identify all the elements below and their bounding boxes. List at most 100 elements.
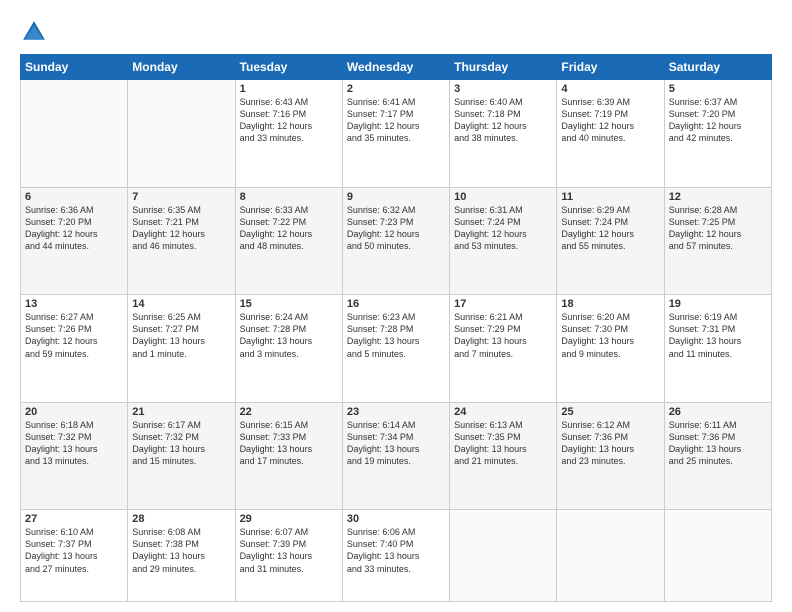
calendar-header-row: SundayMondayTuesdayWednesdayThursdayFrid… (21, 55, 772, 80)
calendar-cell: 9Sunrise: 6:32 AM Sunset: 7:23 PM Daylig… (342, 187, 449, 295)
day-info: Sunrise: 6:10 AM Sunset: 7:37 PM Dayligh… (25, 526, 123, 575)
day-info: Sunrise: 6:12 AM Sunset: 7:36 PM Dayligh… (561, 419, 659, 468)
day-number: 6 (25, 191, 123, 203)
day-info: Sunrise: 6:18 AM Sunset: 7:32 PM Dayligh… (25, 419, 123, 468)
calendar-header-friday: Friday (557, 55, 664, 80)
day-info: Sunrise: 6:08 AM Sunset: 7:38 PM Dayligh… (132, 526, 230, 575)
calendar-cell: 30Sunrise: 6:06 AM Sunset: 7:40 PM Dayli… (342, 510, 449, 602)
day-number: 14 (132, 298, 230, 310)
calendar-cell: 11Sunrise: 6:29 AM Sunset: 7:24 PM Dayli… (557, 187, 664, 295)
day-number: 11 (561, 191, 659, 203)
calendar-cell: 20Sunrise: 6:18 AM Sunset: 7:32 PM Dayli… (21, 402, 128, 510)
calendar-cell: 17Sunrise: 6:21 AM Sunset: 7:29 PM Dayli… (450, 295, 557, 403)
calendar-cell: 18Sunrise: 6:20 AM Sunset: 7:30 PM Dayli… (557, 295, 664, 403)
calendar-header-saturday: Saturday (664, 55, 771, 80)
logo-icon (20, 18, 48, 46)
day-info: Sunrise: 6:41 AM Sunset: 7:17 PM Dayligh… (347, 96, 445, 145)
calendar-cell (450, 510, 557, 602)
day-number: 25 (561, 406, 659, 418)
day-number: 8 (240, 191, 338, 203)
day-info: Sunrise: 6:24 AM Sunset: 7:28 PM Dayligh… (240, 311, 338, 360)
day-info: Sunrise: 6:29 AM Sunset: 7:24 PM Dayligh… (561, 204, 659, 253)
day-info: Sunrise: 6:14 AM Sunset: 7:34 PM Dayligh… (347, 419, 445, 468)
logo (20, 18, 52, 46)
day-info: Sunrise: 6:11 AM Sunset: 7:36 PM Dayligh… (669, 419, 767, 468)
day-number: 15 (240, 298, 338, 310)
calendar-week-5: 27Sunrise: 6:10 AM Sunset: 7:37 PM Dayli… (21, 510, 772, 602)
day-number: 23 (347, 406, 445, 418)
header (20, 18, 772, 46)
day-info: Sunrise: 6:35 AM Sunset: 7:21 PM Dayligh… (132, 204, 230, 253)
day-number: 10 (454, 191, 552, 203)
calendar-cell: 1Sunrise: 6:43 AM Sunset: 7:16 PM Daylig… (235, 80, 342, 188)
day-number: 22 (240, 406, 338, 418)
day-info: Sunrise: 6:19 AM Sunset: 7:31 PM Dayligh… (669, 311, 767, 360)
day-info: Sunrise: 6:07 AM Sunset: 7:39 PM Dayligh… (240, 526, 338, 575)
calendar-cell: 16Sunrise: 6:23 AM Sunset: 7:28 PM Dayli… (342, 295, 449, 403)
day-number: 28 (132, 513, 230, 525)
calendar-cell: 3Sunrise: 6:40 AM Sunset: 7:18 PM Daylig… (450, 80, 557, 188)
day-info: Sunrise: 6:20 AM Sunset: 7:30 PM Dayligh… (561, 311, 659, 360)
day-number: 24 (454, 406, 552, 418)
day-number: 9 (347, 191, 445, 203)
day-number: 5 (669, 83, 767, 95)
calendar-cell: 23Sunrise: 6:14 AM Sunset: 7:34 PM Dayli… (342, 402, 449, 510)
calendar-cell (664, 510, 771, 602)
page: SundayMondayTuesdayWednesdayThursdayFrid… (0, 0, 792, 612)
day-info: Sunrise: 6:40 AM Sunset: 7:18 PM Dayligh… (454, 96, 552, 145)
day-info: Sunrise: 6:23 AM Sunset: 7:28 PM Dayligh… (347, 311, 445, 360)
day-number: 17 (454, 298, 552, 310)
day-info: Sunrise: 6:17 AM Sunset: 7:32 PM Dayligh… (132, 419, 230, 468)
day-number: 7 (132, 191, 230, 203)
day-number: 30 (347, 513, 445, 525)
day-info: Sunrise: 6:32 AM Sunset: 7:23 PM Dayligh… (347, 204, 445, 253)
calendar-cell: 2Sunrise: 6:41 AM Sunset: 7:17 PM Daylig… (342, 80, 449, 188)
calendar-header-sunday: Sunday (21, 55, 128, 80)
day-info: Sunrise: 6:15 AM Sunset: 7:33 PM Dayligh… (240, 419, 338, 468)
calendar-cell (557, 510, 664, 602)
calendar-cell: 29Sunrise: 6:07 AM Sunset: 7:39 PM Dayli… (235, 510, 342, 602)
day-info: Sunrise: 6:27 AM Sunset: 7:26 PM Dayligh… (25, 311, 123, 360)
calendar-cell: 8Sunrise: 6:33 AM Sunset: 7:22 PM Daylig… (235, 187, 342, 295)
calendar-week-1: 1Sunrise: 6:43 AM Sunset: 7:16 PM Daylig… (21, 80, 772, 188)
day-info: Sunrise: 6:25 AM Sunset: 7:27 PM Dayligh… (132, 311, 230, 360)
day-number: 1 (240, 83, 338, 95)
calendar-cell (21, 80, 128, 188)
day-number: 2 (347, 83, 445, 95)
calendar-cell: 21Sunrise: 6:17 AM Sunset: 7:32 PM Dayli… (128, 402, 235, 510)
calendar-cell: 14Sunrise: 6:25 AM Sunset: 7:27 PM Dayli… (128, 295, 235, 403)
calendar-cell: 6Sunrise: 6:36 AM Sunset: 7:20 PM Daylig… (21, 187, 128, 295)
calendar-cell: 26Sunrise: 6:11 AM Sunset: 7:36 PM Dayli… (664, 402, 771, 510)
calendar-cell: 25Sunrise: 6:12 AM Sunset: 7:36 PM Dayli… (557, 402, 664, 510)
day-number: 20 (25, 406, 123, 418)
day-info: Sunrise: 6:13 AM Sunset: 7:35 PM Dayligh… (454, 419, 552, 468)
calendar-cell: 24Sunrise: 6:13 AM Sunset: 7:35 PM Dayli… (450, 402, 557, 510)
day-number: 13 (25, 298, 123, 310)
day-info: Sunrise: 6:21 AM Sunset: 7:29 PM Dayligh… (454, 311, 552, 360)
calendar-cell: 19Sunrise: 6:19 AM Sunset: 7:31 PM Dayli… (664, 295, 771, 403)
day-number: 29 (240, 513, 338, 525)
day-number: 27 (25, 513, 123, 525)
calendar-cell: 5Sunrise: 6:37 AM Sunset: 7:20 PM Daylig… (664, 80, 771, 188)
calendar-cell (128, 80, 235, 188)
day-info: Sunrise: 6:43 AM Sunset: 7:16 PM Dayligh… (240, 96, 338, 145)
calendar-cell: 22Sunrise: 6:15 AM Sunset: 7:33 PM Dayli… (235, 402, 342, 510)
calendar-cell: 28Sunrise: 6:08 AM Sunset: 7:38 PM Dayli… (128, 510, 235, 602)
day-info: Sunrise: 6:28 AM Sunset: 7:25 PM Dayligh… (669, 204, 767, 253)
day-info: Sunrise: 6:37 AM Sunset: 7:20 PM Dayligh… (669, 96, 767, 145)
calendar-cell: 15Sunrise: 6:24 AM Sunset: 7:28 PM Dayli… (235, 295, 342, 403)
calendar-cell: 13Sunrise: 6:27 AM Sunset: 7:26 PM Dayli… (21, 295, 128, 403)
calendar-header-tuesday: Tuesday (235, 55, 342, 80)
calendar-cell: 10Sunrise: 6:31 AM Sunset: 7:24 PM Dayli… (450, 187, 557, 295)
day-number: 16 (347, 298, 445, 310)
calendar-header-monday: Monday (128, 55, 235, 80)
calendar-table: SundayMondayTuesdayWednesdayThursdayFrid… (20, 54, 772, 602)
calendar-week-2: 6Sunrise: 6:36 AM Sunset: 7:20 PM Daylig… (21, 187, 772, 295)
calendar-header-wednesday: Wednesday (342, 55, 449, 80)
day-number: 12 (669, 191, 767, 203)
day-number: 26 (669, 406, 767, 418)
day-number: 4 (561, 83, 659, 95)
day-number: 18 (561, 298, 659, 310)
calendar-cell: 27Sunrise: 6:10 AM Sunset: 7:37 PM Dayli… (21, 510, 128, 602)
day-number: 19 (669, 298, 767, 310)
